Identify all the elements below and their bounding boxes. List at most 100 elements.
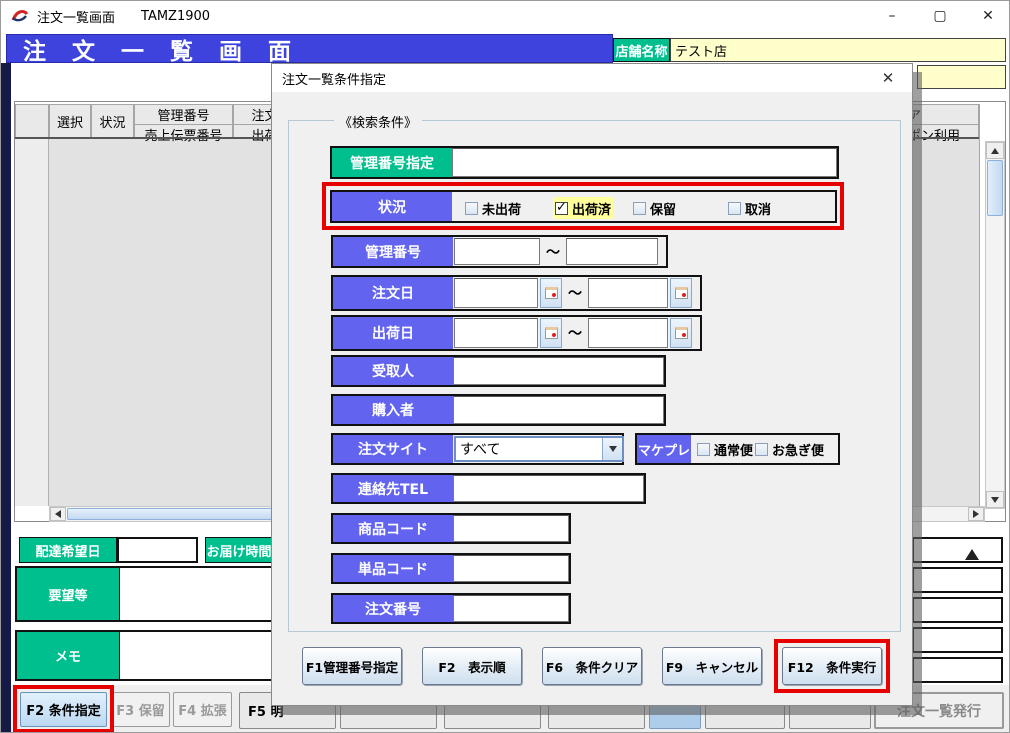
scroll-right-button[interactable] <box>968 507 984 521</box>
dialog-close-button[interactable]: ✕ <box>868 64 908 92</box>
right-field-1[interactable] <box>912 537 1003 563</box>
checkbox-express-delivery[interactable]: お急ぎ便 <box>753 438 826 460</box>
order-site-label: 注文サイト <box>333 435 453 463</box>
right-field-4[interactable] <box>912 627 1003 653</box>
order-date-to-input[interactable] <box>588 278 668 308</box>
maximize-button[interactable]: ▢ <box>917 1 963 31</box>
buyer-row: 購入者 <box>331 394 666 426</box>
manage-no-from-input[interactable] <box>454 238 540 265</box>
f4-extend-button[interactable]: F4 拡張 <box>173 692 232 727</box>
ship-date-to-input[interactable] <box>588 318 668 348</box>
vertical-scrollbar[interactable] <box>985 141 1005 509</box>
triangle-marker-icon <box>965 549 979 560</box>
calendar-icon <box>545 327 558 339</box>
order-no-label: 注文番号 <box>333 595 453 622</box>
table-corner-cell <box>15 104 49 138</box>
order-site-dropdown[interactable]: すべて <box>454 436 624 462</box>
right-field-3[interactable] <box>912 597 1003 623</box>
tel-input[interactable] <box>453 475 644 502</box>
calendar-button[interactable] <box>540 278 562 308</box>
ship-date-label: 出荷日 <box>333 317 453 349</box>
request-field[interactable] <box>120 568 271 620</box>
item-code-label: 商品コード <box>333 515 453 542</box>
manage-no-spec-row: 管理番号指定 <box>330 146 839 179</box>
unit-code-input[interactable] <box>453 555 569 582</box>
manage-no-label: 管理番号 <box>333 237 453 266</box>
memo-label: メモ <box>17 632 120 679</box>
order-no-input[interactable] <box>453 595 569 622</box>
right-field-5[interactable] <box>912 657 1003 683</box>
checkbox-shipped[interactable]: 出荷済 <box>553 197 613 219</box>
range-tilde: ～ <box>563 277 587 309</box>
item-code-row: 商品コード <box>331 513 571 544</box>
calendar-icon <box>675 327 688 339</box>
manage-no-row: 管理番号 ～ <box>331 235 668 268</box>
tel-row: 連絡先TEL <box>331 473 646 504</box>
calendar-button[interactable] <box>670 318 692 348</box>
right-arrow-icon <box>973 510 979 518</box>
f12-execute-button[interactable]: F12 条件実行 <box>782 647 882 685</box>
status-options: 未出荷 出荷済 保留 取消 <box>452 192 835 221</box>
marketplace-label: マケプレ <box>637 435 691 463</box>
memo-row: メモ <box>15 630 273 681</box>
scroll-down-button[interactable] <box>986 491 1004 508</box>
f9-cancel-button[interactable]: F9 キャンセル <box>662 647 762 685</box>
buyer-input[interactable] <box>453 396 664 424</box>
checkbox-icon <box>697 443 710 456</box>
checkbox-cancel[interactable]: 取消 <box>726 197 773 219</box>
search-condition-title: 《検索条件》 <box>334 112 422 131</box>
order-date-row: 注文日 ～ <box>331 275 702 311</box>
calendar-button[interactable] <box>540 318 562 348</box>
f1-manage-no-spec-button[interactable]: F1管理番号指定 <box>302 647 402 685</box>
close-button[interactable]: ✕ <box>965 1 1010 31</box>
f2-condition-button[interactable]: F2 条件指定 <box>20 692 107 727</box>
window-title: 注文一覧画面 <box>37 7 115 26</box>
f2-display-order-button[interactable]: F2 表示順 <box>422 647 522 685</box>
window-title-code: TAMZ1900 <box>141 9 210 24</box>
dropdown-arrow-button[interactable] <box>602 438 622 460</box>
memo-field[interactable] <box>120 632 271 679</box>
column-header-status[interactable]: 状況 <box>91 104 134 138</box>
unit-code-row: 単品コード <box>331 553 571 584</box>
chevron-down-icon <box>609 446 617 452</box>
f3-hold-button[interactable]: F3 保留 <box>111 692 170 727</box>
column-header-select[interactable]: 選択 <box>49 104 91 138</box>
delivery-date-field[interactable] <box>117 537 198 563</box>
status-row: 状況 未出荷 出荷済 保留 取消 <box>330 190 837 223</box>
checkbox-normal-delivery[interactable]: 通常便 <box>695 438 755 460</box>
condition-dialog: 注文一覧条件指定 ✕ 《検索条件》 管理番号指定 状況 未出荷 出荷済 <box>271 63 913 706</box>
marketplace-row: マケプレ 通常便 お急ぎ便 <box>635 433 840 465</box>
calendar-button[interactable] <box>670 278 692 308</box>
scroll-up-button[interactable] <box>986 142 1004 159</box>
receiver-input[interactable] <box>453 357 664 385</box>
scroll-left-button[interactable] <box>50 507 66 521</box>
app-window: 注文一覧画面 TAMZ1900 – ▢ ✕ 注 文 一 覧 画 面 店舗名称 テ… <box>0 0 1010 733</box>
left-arrow-icon <box>55 510 61 518</box>
manage-no-spec-input[interactable] <box>452 148 837 177</box>
dialog-title: 注文一覧条件指定 <box>282 69 386 88</box>
status-label: 状況 <box>332 192 452 221</box>
manage-no-to-input[interactable] <box>566 238 658 265</box>
marketplace-options: 通常便 お急ぎ便 <box>691 435 838 463</box>
secondary-yellow-field <box>917 65 1006 89</box>
calendar-icon <box>545 287 558 299</box>
up-arrow-icon <box>991 148 999 154</box>
checkbox-hold[interactable]: 保留 <box>631 197 678 219</box>
ship-date-from-input[interactable] <box>454 318 538 348</box>
checkbox-unshipped[interactable]: 未出荷 <box>463 197 523 219</box>
f6-clear-condition-button[interactable]: F6 条件クリア <box>542 647 642 685</box>
manage-no-spec-label: 管理番号指定 <box>332 148 452 177</box>
order-date-from-input[interactable] <box>454 278 538 308</box>
item-code-input[interactable] <box>453 515 569 542</box>
checkbox-checked-icon <box>555 202 568 215</box>
vertical-scroll-thumb[interactable] <box>987 160 1003 216</box>
checkbox-icon <box>755 443 768 456</box>
row-header-gutter <box>15 139 49 506</box>
right-field-2[interactable] <box>912 567 1003 593</box>
window-titlebar: 注文一覧画面 TAMZ1900 <box>1 1 1010 31</box>
column-header-manageno[interactable]: 管理番号 売上伝票番号 <box>134 104 233 138</box>
minimize-button[interactable]: – <box>869 1 915 31</box>
ship-date-row: 出荷日 ～ <box>331 315 702 351</box>
range-tilde: ～ <box>563 317 587 349</box>
column-divider <box>979 104 980 506</box>
